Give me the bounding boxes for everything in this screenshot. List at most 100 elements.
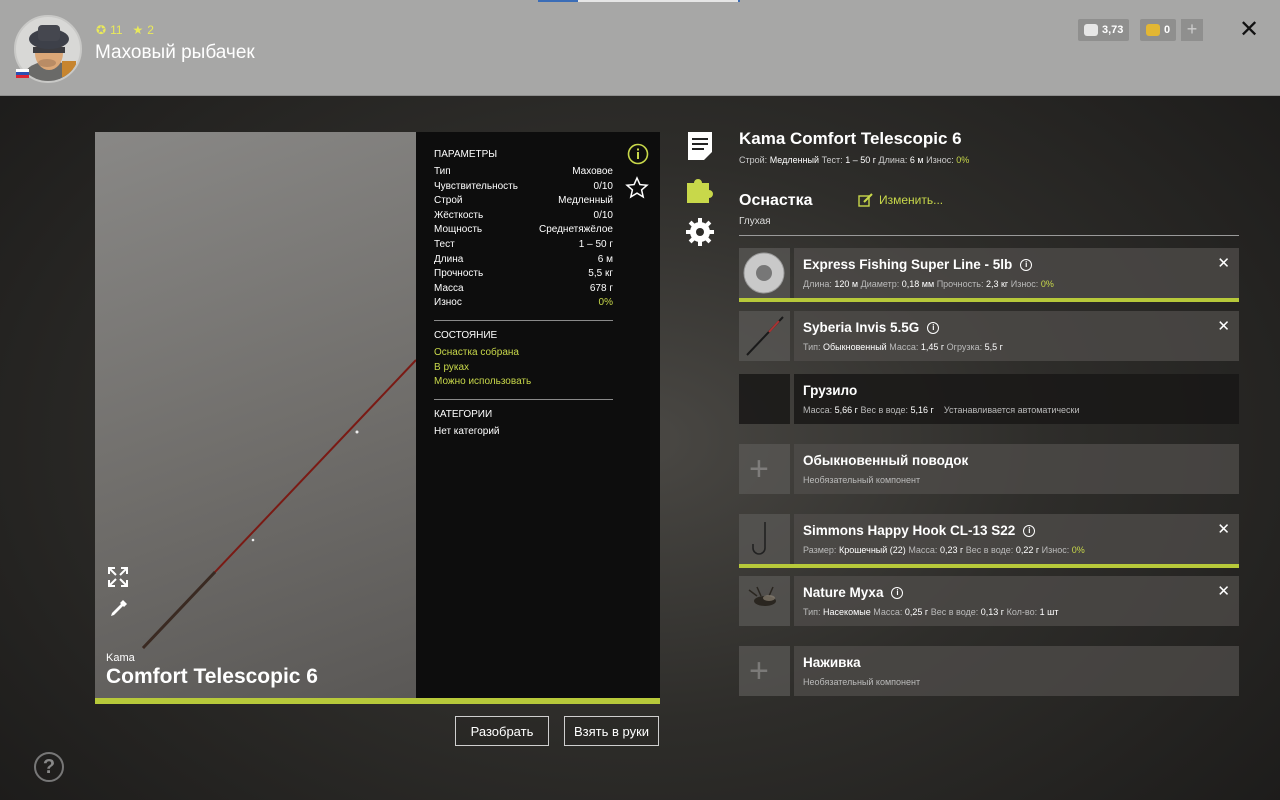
param-value: 6 м bbox=[597, 253, 613, 265]
rod-image bbox=[141, 359, 416, 650]
info-icon[interactable]: i bbox=[891, 586, 904, 599]
remove-icon[interactable]: ✕ bbox=[1217, 317, 1230, 335]
slot-float[interactable]: Syberia Invis 5.5G i Тип: Обыкновенный Ма… bbox=[739, 311, 1239, 361]
param-value: 678 г bbox=[589, 282, 613, 294]
param-label: Тест bbox=[434, 238, 455, 250]
float-image bbox=[739, 311, 790, 361]
slot-optional: Необязательный компонент bbox=[803, 475, 921, 485]
slot-leader[interactable]: + Обыкновенный поводок Необязательный ко… bbox=[739, 444, 1239, 494]
param-label: Износ bbox=[434, 297, 462, 309]
rod-condition-bar bbox=[95, 698, 660, 704]
add-currency-button[interactable]: + bbox=[1181, 19, 1203, 41]
param-label: Масса bbox=[434, 282, 464, 294]
param-label: Жёсткость bbox=[434, 209, 484, 221]
param-value: 0/10 bbox=[593, 180, 613, 192]
level-value: 11 bbox=[110, 23, 123, 37]
param-value: 1 – 50 г bbox=[578, 238, 613, 250]
slot-line[interactable]: Express Fishing Super Line - 5lb i Длина:… bbox=[739, 248, 1239, 302]
info-icon[interactable]: i bbox=[927, 321, 940, 334]
add-leader-slot[interactable]: + bbox=[739, 444, 790, 494]
condition-bar bbox=[739, 564, 1239, 568]
param-label: Мощность bbox=[434, 224, 483, 236]
rod-brand: Kama bbox=[106, 652, 135, 664]
rod-summary: Строй: Медленный Тест: 1 – 50 г Длина: 6… bbox=[739, 155, 970, 165]
slot-name: Обыкновенный поводок bbox=[803, 453, 969, 468]
plus-icon: + bbox=[749, 652, 769, 690]
repair-icon[interactable] bbox=[107, 598, 129, 620]
slot-name: Syberia Invis 5.5G bbox=[803, 320, 920, 335]
slot-meta: Длина: 120 м Диаметр: 0,18 мм Прочность:… bbox=[803, 279, 1054, 289]
plus-icon: + bbox=[749, 450, 769, 488]
param-label: Чувствительность bbox=[434, 180, 518, 192]
state-rigged: Оснастка собрана bbox=[434, 346, 519, 358]
param-value: Медленный bbox=[558, 195, 613, 207]
sinker-image bbox=[739, 374, 790, 424]
remove-icon[interactable]: ✕ bbox=[1217, 582, 1230, 600]
tab-indicator bbox=[538, 0, 740, 2]
slot-meta: Масса: 5,66 г Вес в воде: 5,16 г Устанав… bbox=[803, 405, 1080, 415]
param-value: 0% bbox=[598, 297, 613, 309]
param-row: Чувствительность 0/10 bbox=[434, 181, 613, 196]
add-bait-slot[interactable]: + bbox=[739, 646, 790, 696]
gold-value: 0 bbox=[1164, 24, 1171, 36]
edit-rig-button[interactable]: Изменить... bbox=[858, 193, 943, 207]
rig-title: Оснастка bbox=[739, 192, 813, 209]
slot-sinker[interactable]: Грузило Масса: 5,66 г Вес в воде: 5,16 г… bbox=[739, 374, 1239, 424]
gold-coins-icon bbox=[1146, 24, 1160, 36]
slot-name: Nature Муха bbox=[803, 585, 884, 600]
divider bbox=[739, 235, 1239, 236]
param-label: Тип bbox=[434, 166, 451, 177]
param-value: Маховое bbox=[572, 166, 613, 177]
param-value: Среднетяжёлое bbox=[538, 224, 613, 236]
remove-icon[interactable]: ✕ bbox=[1217, 520, 1230, 538]
rank-star-icon: ★ bbox=[132, 23, 144, 37]
help-icon[interactable]: ? bbox=[34, 752, 64, 782]
disassemble-button[interactable]: Разобрать bbox=[455, 716, 549, 746]
slot-hook[interactable]: Simmons Happy Hook CL-13 S22 i Размер: Кр… bbox=[739, 514, 1239, 568]
rig-puzzle-icon[interactable] bbox=[685, 175, 715, 205]
slot-groundbait[interactable]: + Наживка Необязательный компонент bbox=[739, 646, 1239, 696]
param-label: Строй bbox=[434, 195, 463, 207]
param-value: 0/10 bbox=[593, 209, 613, 221]
param-row: Износ 0% bbox=[434, 297, 613, 312]
state-in-hands: В руках bbox=[434, 361, 470, 373]
description-icon[interactable] bbox=[685, 131, 715, 161]
info-icon[interactable] bbox=[627, 143, 649, 165]
info-icon[interactable]: i bbox=[1020, 258, 1033, 271]
russian-flag-icon bbox=[16, 69, 29, 78]
param-value: 5,5 кг bbox=[588, 268, 613, 280]
slot-meta: Размер: Крошечный (22) Масса: 0,23 г Вес… bbox=[803, 545, 1085, 555]
rod-title: Kama Comfort Telescopic 6 bbox=[739, 129, 962, 148]
rod-preview: Kama Comfort Telescopic 6 bbox=[95, 132, 416, 698]
categories-value: Нет категорий bbox=[434, 425, 500, 437]
player-name: Маховый рыбачек bbox=[95, 42, 255, 63]
slot-name: Грузило bbox=[803, 383, 858, 398]
info-icon[interactable]: i bbox=[1023, 524, 1036, 537]
param-label: Прочность bbox=[434, 268, 484, 280]
rod-model: Comfort Telescopic 6 bbox=[106, 665, 318, 688]
player-stats: ✪ 11 ★ 2 bbox=[96, 23, 154, 37]
slot-optional: Необязательный компонент bbox=[803, 677, 921, 687]
param-row: Прочность 5,5 кг bbox=[434, 268, 613, 283]
silver-currency[interactable]: 3,73 bbox=[1078, 19, 1130, 41]
condition-bar bbox=[739, 298, 1239, 302]
edit-rig-label: Изменить... bbox=[879, 193, 944, 207]
param-row: Масса 678 г bbox=[434, 283, 613, 298]
slot-name: Simmons Happy Hook CL-13 S22 bbox=[803, 523, 1016, 538]
divider bbox=[434, 319, 613, 321]
expand-icon[interactable] bbox=[107, 566, 129, 588]
params-title: ПАРАМЕТРЫ bbox=[434, 149, 498, 160]
remove-icon[interactable]: ✕ bbox=[1217, 254, 1230, 272]
state-title: СОСТОЯНИЕ bbox=[434, 329, 498, 341]
take-in-hands-button[interactable]: Взять в руки bbox=[564, 716, 659, 746]
hook-image bbox=[739, 514, 790, 564]
gold-currency[interactable]: 0 bbox=[1140, 19, 1177, 41]
settings-gear-icon[interactable] bbox=[685, 217, 715, 247]
rank-value: 2 bbox=[147, 23, 154, 37]
favorite-star-icon[interactable] bbox=[625, 176, 649, 200]
edit-icon bbox=[858, 193, 873, 207]
close-icon[interactable]: ✕ bbox=[1238, 18, 1260, 42]
state-usable: Можно использовать bbox=[434, 376, 532, 388]
slot-bait[interactable]: Nature Муха i Тип: Насекомые Масса: 0,25 … bbox=[739, 576, 1239, 626]
param-row: Тест 1 – 50 г bbox=[434, 239, 613, 254]
